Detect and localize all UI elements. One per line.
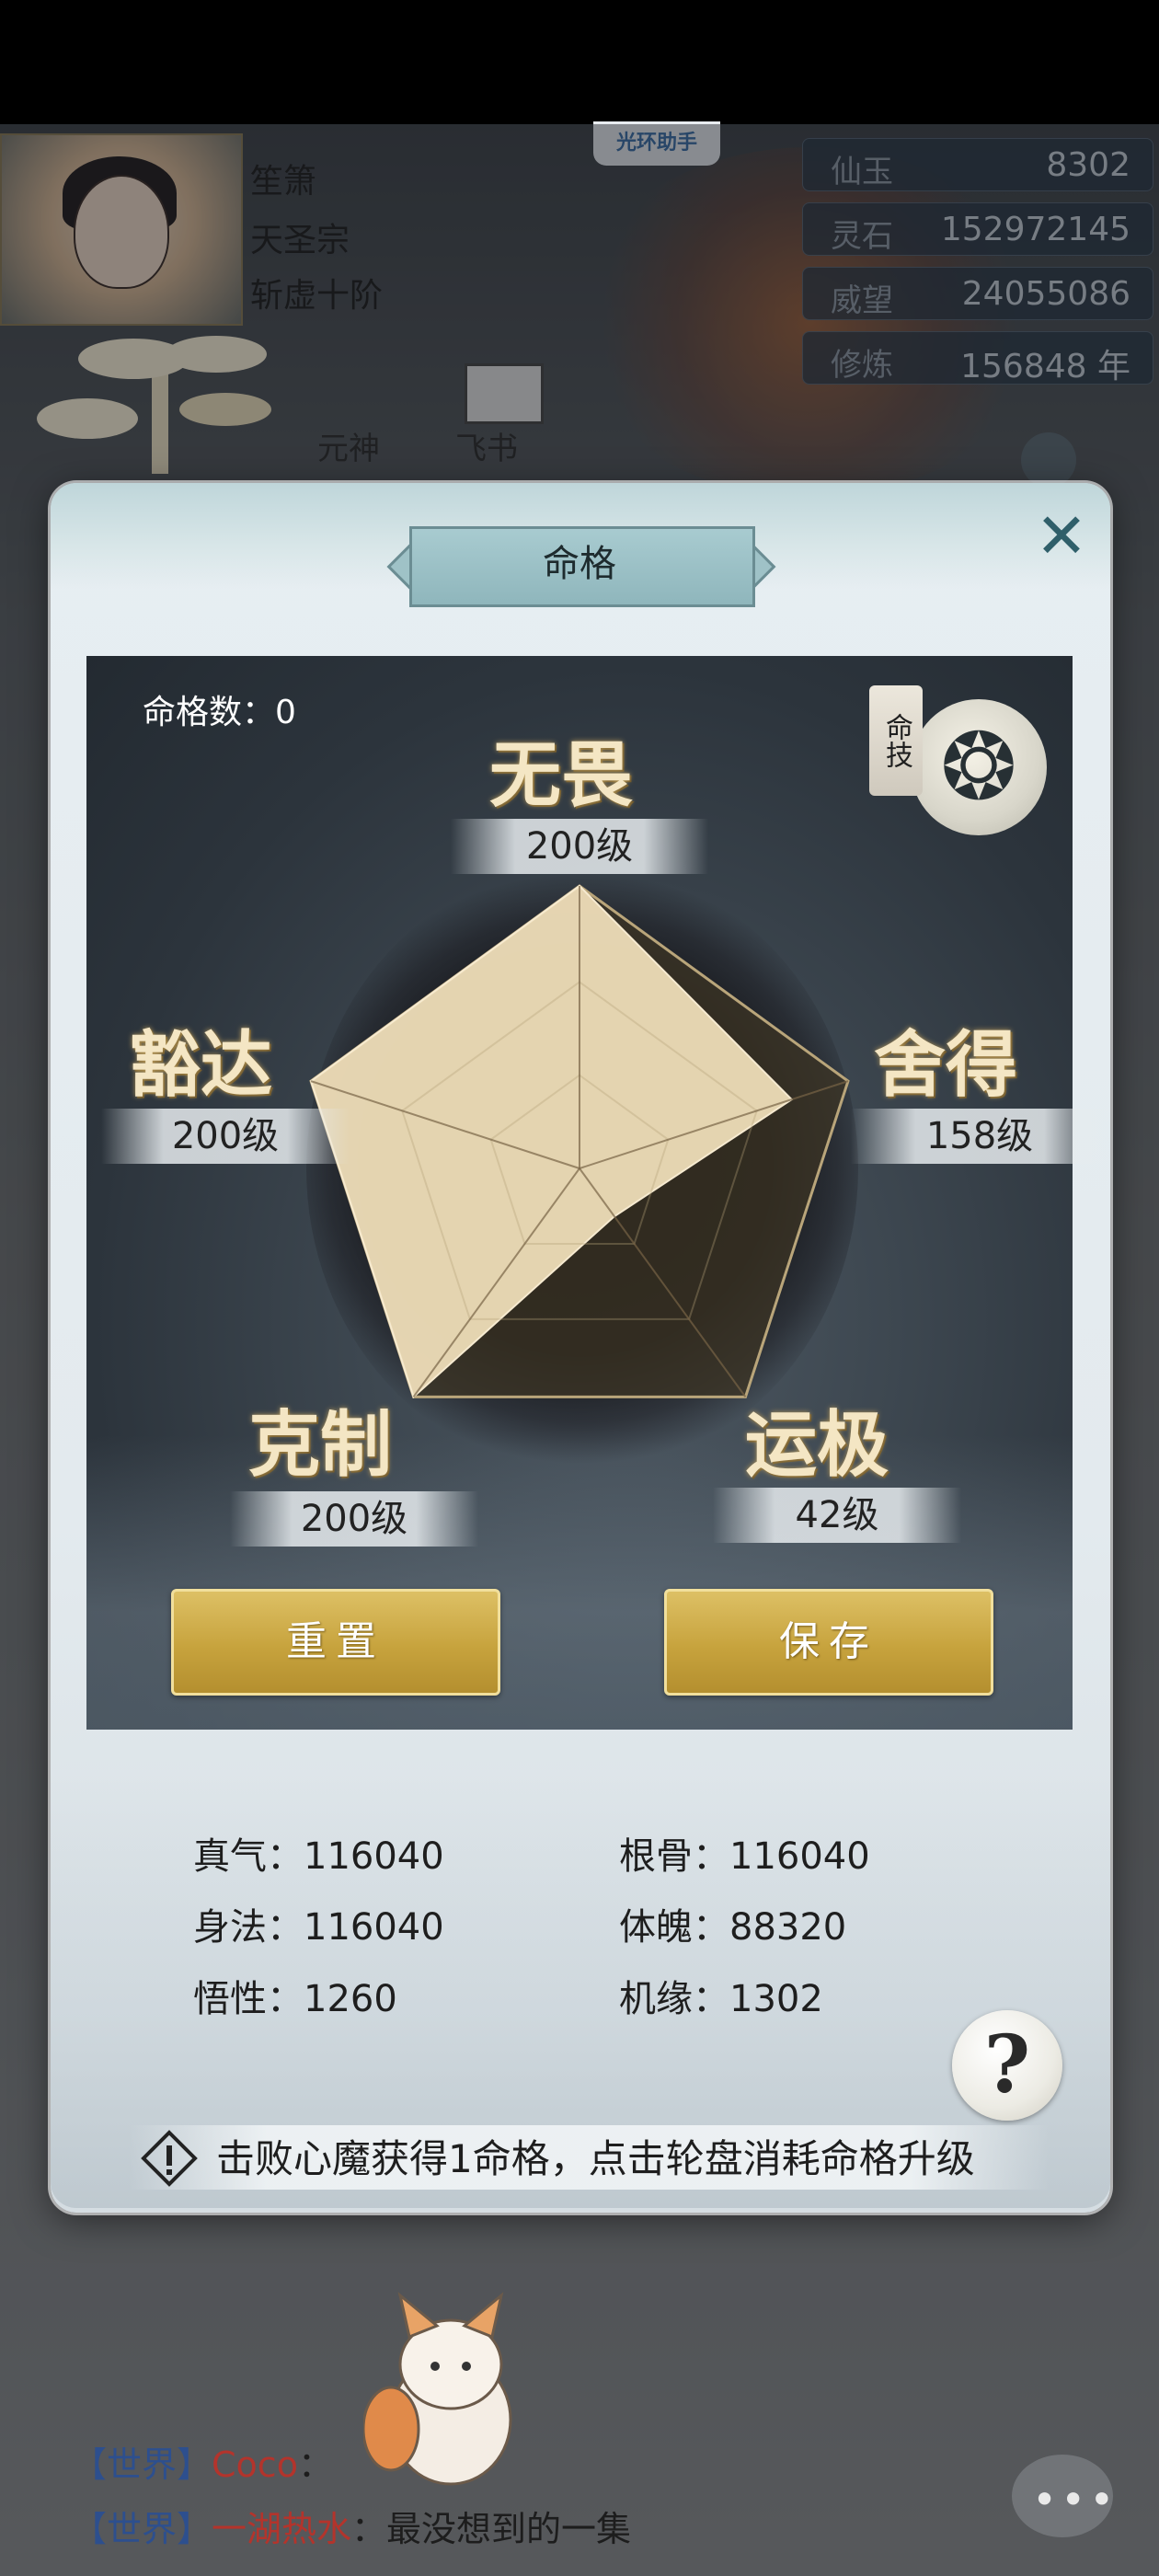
chat-sender[interactable]: 一湖热水 (212, 2509, 351, 2549)
tip-text: 击败心魔获得1命格，点击轮盘消耗命格升级 (216, 2136, 975, 2181)
attr-name-huoda[interactable]: 豁达 (129, 1007, 272, 1110)
dialog-title: 命格 (543, 543, 616, 585)
chat-sender[interactable]: Coco (212, 2444, 298, 2485)
attr-level-huoda: 200级 (171, 1115, 280, 1157)
attr-level-yunji: 42级 (795, 1494, 879, 1536)
chat-line: 【世界】Coco： (72, 2436, 333, 2487)
chat-bubble-icon: ••• (1032, 2475, 1119, 2524)
reset-button-label: 重置 (286, 1618, 385, 1665)
attr-name-shede[interactable]: 舍得 (874, 1007, 1017, 1110)
attr-level-kezhi: 200级 (300, 1498, 408, 1540)
stat-jiyuan: 机缘：1302 (619, 1978, 823, 2020)
stat-zhenqi: 真气：116040 (193, 1835, 444, 1878)
stat-tipo: 体魄：88320 (619, 1906, 847, 1949)
question-icon: ? (983, 2018, 1031, 2111)
chat-channel: 【世界】 (72, 2509, 212, 2549)
chat-line: 【世界】一湖热水：最没想到的一集 (72, 2501, 631, 2551)
attr-name-kezhi[interactable]: 克制 (248, 1387, 392, 1490)
fox-mascot[interactable] (363, 2291, 538, 2493)
close-icon[interactable]: ✕ (1028, 504, 1095, 570)
chat-message: ：最没想到的一集 (351, 2509, 632, 2549)
warning-icon (141, 2130, 198, 2187)
attr-name-wuwei[interactable]: 无畏 (489, 718, 633, 821)
chat-message: ： (297, 2444, 333, 2485)
chat-channel: 【世界】 (72, 2444, 212, 2485)
status-bar (0, 0, 1159, 124)
attr-level-shede: 158级 (925, 1115, 1034, 1157)
stat-gengu: 根骨：116040 (619, 1835, 870, 1878)
reset-button[interactable]: 重置 (171, 1589, 500, 1696)
attr-level-wuwei: 200级 (525, 825, 634, 868)
stat-shenfa: 身法：116040 (193, 1906, 444, 1949)
attr-name-yunji[interactable]: 运极 (745, 1387, 889, 1490)
stat-wuxing: 悟性：1260 (193, 1978, 397, 2020)
save-button[interactable]: 保存 (664, 1589, 993, 1696)
save-button-label: 保存 (779, 1618, 878, 1665)
